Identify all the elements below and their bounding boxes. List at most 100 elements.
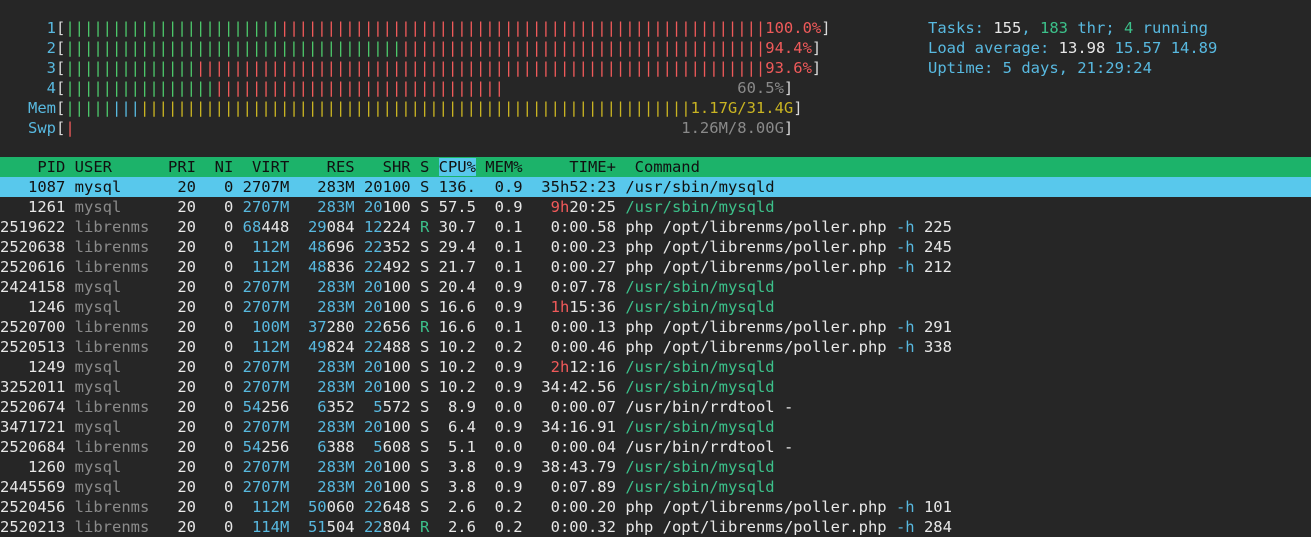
mem-cell: 0.9 xyxy=(475,178,532,196)
process-table-header[interactable]: PID USER PRI NI VIRT RES SHR S CPU% MEM%… xyxy=(0,157,1311,177)
table-row[interactable]: 3252011 mysql 20 0 2707M 283M 20100 S 10… xyxy=(0,377,1311,397)
table-row[interactable]: 2520674 librenms 20 0 54256 6352 5572 S … xyxy=(0,397,1311,417)
shr-cell: 20100 xyxy=(355,278,411,296)
meter-padding xyxy=(504,79,737,97)
table-row[interactable]: 2520213 librenms 20 0 114M 51504 22804 R… xyxy=(0,517,1311,537)
time-value: 35h52:23 xyxy=(531,178,616,196)
priority-cell: 20 xyxy=(158,378,196,396)
shr-low-digits: 488 xyxy=(382,338,411,356)
meter-bar-segment: ||||| xyxy=(65,99,113,117)
shr-low-digits: 100 xyxy=(382,378,411,396)
mem-cell: 0.9 xyxy=(475,478,532,496)
pid-cell: 2520616 xyxy=(0,258,75,276)
time-cell: 35h52:23 xyxy=(532,178,616,196)
pid-cell: 1261 xyxy=(0,198,75,216)
priority-cell: 20 xyxy=(158,338,196,356)
selection-padding xyxy=(775,178,1311,196)
column-header-pri[interactable]: PRI xyxy=(159,158,196,176)
time-cell: 0:00.23 xyxy=(532,238,616,256)
priority-cell: 20 xyxy=(158,478,196,496)
cpu-cell: 29.4 xyxy=(438,238,476,256)
virt-cell: 2707M xyxy=(233,298,290,316)
shr-low-digits: 100 xyxy=(382,298,411,316)
column-header-command[interactable]: Command xyxy=(635,158,1195,176)
pid-cell: 2520700 xyxy=(0,318,75,336)
table-row[interactable]: 1249 mysql 20 0 2707M 283M 20100 S 10.2 … xyxy=(0,357,1311,377)
shr-low-digits: 100 xyxy=(382,198,411,216)
command-cell: php /opt/librenms/poller.php xyxy=(625,318,887,336)
time-cell: 9h20:25 xyxy=(532,198,616,216)
shr-low-digits: 100 xyxy=(382,458,411,476)
res-cell: 283M xyxy=(289,358,355,376)
virt-high-digits: 54 xyxy=(233,438,262,456)
shr-high-digits: 20 xyxy=(354,298,383,316)
time-value: 0:00.23 xyxy=(531,238,616,256)
table-row[interactable]: 1261 mysql 20 0 2707M 283M 20100 S 57.5 … xyxy=(0,197,1311,217)
shr-high-digits: 20 xyxy=(354,178,383,196)
column-header-pid[interactable]: PID xyxy=(0,158,75,176)
column-header-s[interactable]: S xyxy=(411,158,439,176)
res-high-digits: 48 xyxy=(289,238,327,256)
pid-cell: 2519622 xyxy=(0,218,75,236)
res-high-digits: 50 xyxy=(289,498,327,516)
tasks-line: Tasks: 155, 183 thr; 4 running xyxy=(928,19,1208,37)
table-row[interactable]: 2520684 librenms 20 0 54256 6388 5608 S … xyxy=(0,437,1311,457)
table-row[interactable]: 1246 mysql 20 0 2707M 283M 20100 S 16.6 … xyxy=(0,297,1311,317)
priority-cell: 20 xyxy=(158,358,196,376)
user-cell: librenms xyxy=(74,258,159,276)
cpu-cell: 3.8 xyxy=(438,458,476,476)
table-row[interactable]: 2519622 librenms 20 0 68448 29084 12224 … xyxy=(0,217,1311,237)
cpu-cell: 10.2 xyxy=(438,338,476,356)
table-row[interactable]: 2520513 librenms 20 0 112M 49824 22488 S… xyxy=(0,337,1311,357)
mem-cell: 0.1 xyxy=(475,258,532,276)
column-header-time[interactable]: TIME+ xyxy=(532,158,635,176)
res-cell: 49824 xyxy=(289,338,355,356)
meter-close-bracket: ] xyxy=(783,119,794,137)
table-row[interactable]: 2520616 librenms 20 0 112M 48836 22492 S… xyxy=(0,257,1311,277)
table-row[interactable]: 2445569 mysql 20 0 2707M 283M 20100 S 3.… xyxy=(0,477,1311,497)
command-flag: -h xyxy=(895,518,915,536)
table-row[interactable]: 2520638 librenms 20 0 112M 48696 22352 S… xyxy=(0,237,1311,257)
pid-cell: 1246 xyxy=(0,298,75,316)
table-row-selected[interactable]: 1087 mysql 20 0 2707M 283M 20100 S 136. … xyxy=(0,177,1311,197)
table-row[interactable]: 3471721 mysql 20 0 2707M 283M 20100 S 6.… xyxy=(0,417,1311,437)
command-cell: /usr/sbin/mysqld xyxy=(625,418,775,436)
command-flag: -h xyxy=(895,498,915,516)
column-header-user[interactable]: USER xyxy=(75,158,159,176)
column-header-shr[interactable]: SHR xyxy=(355,158,411,176)
table-row[interactable]: 2424158 mysql 20 0 2707M 283M 20100 S 20… xyxy=(0,277,1311,297)
state-cell: S xyxy=(410,258,439,276)
column-header-ni[interactable]: NI xyxy=(196,158,234,176)
meter-value: 94.4% xyxy=(765,39,812,57)
res-cell: 29084 xyxy=(289,218,355,236)
table-row[interactable]: 2520456 librenms 20 0 112M 50060 22648 S… xyxy=(0,497,1311,517)
table-row[interactable]: 1260 mysql 20 0 2707M 283M 20100 S 3.8 0… xyxy=(0,457,1311,477)
res-low-digits: 388 xyxy=(326,438,355,456)
user-cell: librenms xyxy=(74,398,159,416)
pid-cell: 2520456 xyxy=(0,498,75,516)
state-cell: S xyxy=(410,198,439,216)
user-cell: mysql xyxy=(74,278,159,296)
state-cell: S xyxy=(410,358,439,376)
time-cell: 0:07.89 xyxy=(532,478,616,496)
column-header-virt[interactable]: VIRT xyxy=(233,158,289,176)
table-row[interactable]: 2520700 librenms 20 0 100M 37280 22656 R… xyxy=(0,317,1311,337)
meter-padding xyxy=(75,119,682,137)
column-header-res[interactable]: RES xyxy=(289,158,355,176)
command-cell: /usr/sbin/mysqld xyxy=(625,458,775,476)
virt-cell: 112M xyxy=(233,238,290,256)
pid-cell: 2520513 xyxy=(0,338,75,356)
column-header-mem[interactable]: MEM% xyxy=(476,158,532,176)
column-header-cpu[interactable]: CPU% xyxy=(438,158,476,176)
priority-cell: 20 xyxy=(158,438,196,456)
cpu-cell: 21.7 xyxy=(438,258,476,276)
meter-close-bracket: ] xyxy=(821,19,831,37)
command-cell: php /opt/librenms/poller.php xyxy=(625,218,887,236)
command-arg: 225 xyxy=(914,218,952,236)
shr-cell: 20100 xyxy=(355,358,411,376)
